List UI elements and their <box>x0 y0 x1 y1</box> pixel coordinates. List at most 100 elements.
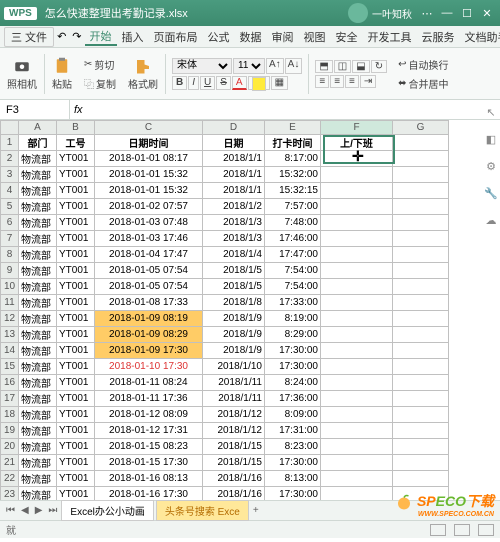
tab-review[interactable]: 审阅 <box>267 29 299 45</box>
cell[interactable] <box>393 375 449 391</box>
tab-insert[interactable]: 插入 <box>117 29 149 45</box>
tab-home[interactable]: 开始 <box>85 28 117 46</box>
cell[interactable]: YT001 <box>57 439 95 455</box>
cell[interactable]: 2018-01-15 17:30 <box>95 455 203 471</box>
cell[interactable]: 15:32:00 <box>265 167 321 183</box>
cell[interactable]: 7:48:00 <box>265 215 321 231</box>
window-close-icon[interactable]: ✕ <box>478 7 496 20</box>
cell[interactable]: 8:09:00 <box>265 407 321 423</box>
tab-nav-prev[interactable]: ◀ <box>19 505 31 516</box>
cell[interactable]: 物流部 <box>19 183 57 199</box>
cell[interactable]: 17:30:00 <box>265 455 321 471</box>
cell[interactable]: 2018-01-11 17:36 <box>95 391 203 407</box>
cell[interactable]: 15:32:15 <box>265 183 321 199</box>
tab-view[interactable]: 视图 <box>299 29 331 45</box>
sheet-tab-1[interactable]: Excel办公小动画 <box>61 500 153 521</box>
cell[interactable]: 2018/1/10 <box>203 359 265 375</box>
cell[interactable]: 2018-01-12 08:09 <box>95 407 203 423</box>
cell[interactable] <box>393 471 449 487</box>
window-minimize-icon[interactable]: — <box>438 7 456 20</box>
cell[interactable] <box>321 327 393 343</box>
cell[interactable]: 物流部 <box>19 407 57 423</box>
cell[interactable]: 8:23:00 <box>265 439 321 455</box>
font-grow-icon[interactable]: A↑ <box>266 58 284 74</box>
cell[interactable] <box>321 343 393 359</box>
cell[interactable]: 2018-01-11 08:24 <box>95 375 203 391</box>
cell[interactable] <box>393 487 449 500</box>
cell[interactable] <box>321 423 393 439</box>
cell[interactable]: 物流部 <box>19 167 57 183</box>
cell[interactable]: 2018/1/8 <box>203 295 265 311</box>
sheet-tab-tip[interactable]: 头条号搜索 Exce <box>156 500 249 521</box>
cell[interactable]: 2018-01-09 08:19 <box>95 311 203 327</box>
cell[interactable]: YT001 <box>57 151 95 167</box>
row-header-21[interactable]: 21 <box>1 455 19 471</box>
cell[interactable]: 上/下班 <box>321 135 393 151</box>
cell[interactable]: 2018-01-16 17:30 <box>95 487 203 500</box>
cell[interactable]: 17:30:00 <box>265 359 321 375</box>
row-header-8[interactable]: 8 <box>1 247 19 263</box>
cell[interactable]: 2018-01-08 17:33 <box>95 295 203 311</box>
row-header-20[interactable]: 20 <box>1 439 19 455</box>
user-avatar[interactable] <box>348 3 368 23</box>
underline-button[interactable]: U <box>200 76 215 90</box>
tab-doc-helper[interactable]: 文档助手 <box>460 29 500 45</box>
fill-color-button[interactable] <box>248 76 270 90</box>
cell[interactable]: YT001 <box>57 343 95 359</box>
row-header-19[interactable]: 19 <box>1 423 19 439</box>
row-header-12[interactable]: 12 <box>1 311 19 327</box>
row-header-22[interactable]: 22 <box>1 471 19 487</box>
align-middle-icon[interactable]: ◫ <box>334 60 351 73</box>
cell[interactable]: 部门 <box>19 135 57 151</box>
cell[interactable]: 2018/1/11 <box>203 391 265 407</box>
redo-icon[interactable]: ↷ <box>69 30 84 43</box>
cell[interactable]: 2018-01-05 07:54 <box>95 263 203 279</box>
cell[interactable]: 2018/1/15 <box>203 455 265 471</box>
cell[interactable]: 17:33:00 <box>265 295 321 311</box>
font-color-button[interactable]: A <box>232 76 247 90</box>
cell[interactable]: 2018/1/16 <box>203 487 265 500</box>
cell[interactable]: 物流部 <box>19 455 57 471</box>
cell[interactable]: 2018/1/1 <box>203 151 265 167</box>
cell[interactable]: 17:47:00 <box>265 247 321 263</box>
cell[interactable]: 8:29:00 <box>265 327 321 343</box>
font-size-select[interactable]: 11 <box>233 58 265 74</box>
cell[interactable]: 7:57:00 <box>265 199 321 215</box>
cell[interactable] <box>393 135 449 151</box>
cell[interactable] <box>321 295 393 311</box>
cell[interactable] <box>393 455 449 471</box>
cell[interactable]: 8:24:00 <box>265 375 321 391</box>
row-header-15[interactable]: 15 <box>1 359 19 375</box>
cell[interactable]: 8:19:00 <box>265 311 321 327</box>
cell[interactable] <box>393 311 449 327</box>
font-name-select[interactable]: 宋体 <box>172 58 232 74</box>
cell[interactable] <box>321 359 393 375</box>
cell[interactable]: 2018/1/2 <box>203 199 265 215</box>
cell[interactable]: 17:30:00 <box>265 487 321 500</box>
row-header-3[interactable]: 3 <box>1 167 19 183</box>
settings-icon[interactable]: ⚙ <box>486 160 496 173</box>
cell[interactable]: 2018/1/5 <box>203 279 265 295</box>
cut-button[interactable]: ✂剪切 <box>81 56 119 73</box>
row-header-18[interactable]: 18 <box>1 407 19 423</box>
row-header-4[interactable]: 4 <box>1 183 19 199</box>
cell[interactable]: YT001 <box>57 167 95 183</box>
cell[interactable] <box>393 327 449 343</box>
cell[interactable]: 2018/1/9 <box>203 327 265 343</box>
cell[interactable] <box>393 183 449 199</box>
cell[interactable]: 2018-01-02 07:57 <box>95 199 203 215</box>
cell[interactable]: 日期时间 <box>95 135 203 151</box>
cell[interactable] <box>321 471 393 487</box>
cell[interactable]: YT001 <box>57 215 95 231</box>
col-header-C[interactable]: C <box>95 121 203 135</box>
panel-icon[interactable]: ◧ <box>486 133 496 146</box>
cell[interactable] <box>321 487 393 500</box>
cell[interactable]: 物流部 <box>19 215 57 231</box>
cell[interactable] <box>321 263 393 279</box>
border-button[interactable]: ▦ <box>271 76 288 90</box>
cell[interactable]: 8:17:00 <box>265 151 321 167</box>
cell[interactable] <box>321 391 393 407</box>
cell[interactable]: 物流部 <box>19 423 57 439</box>
orientation-icon[interactable]: ↻ <box>371 60 387 73</box>
row-header-17[interactable]: 17 <box>1 391 19 407</box>
